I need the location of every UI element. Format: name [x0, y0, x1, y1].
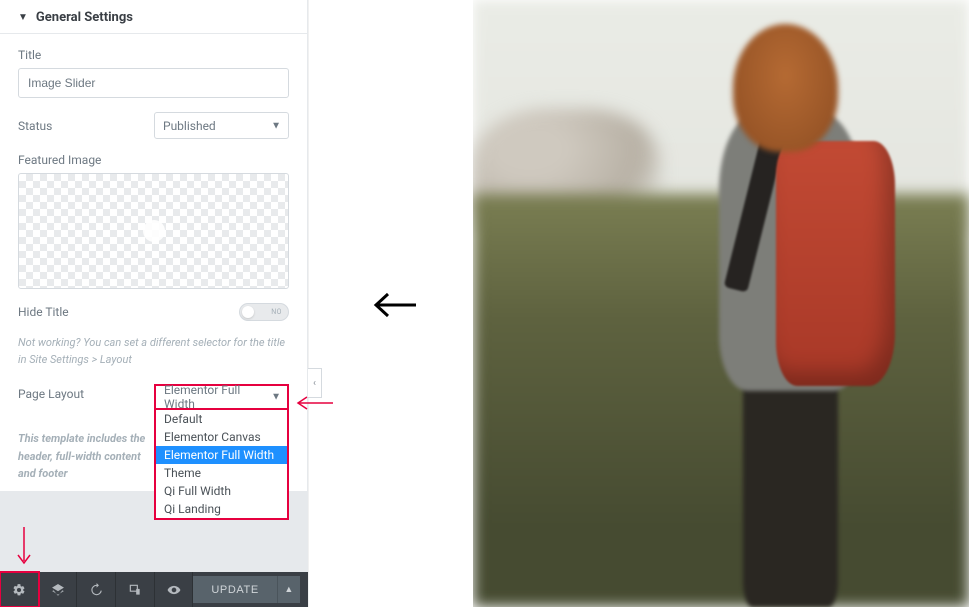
status-label: Status — [18, 119, 52, 133]
status-select[interactable]: Published — [154, 112, 289, 139]
responsive-icon — [128, 583, 142, 597]
toggle-knob — [242, 306, 254, 318]
layout-option[interactable]: Qi Landing — [156, 500, 287, 518]
caret-up-icon: ▲ — [284, 584, 293, 595]
update-options-button[interactable]: ▲ — [277, 576, 300, 603]
preview-image — [473, 0, 969, 607]
toggle-off-label: NO — [271, 308, 282, 316]
image-placeholder-icon — [143, 220, 165, 242]
annotation-arrow-down-icon — [14, 525, 34, 567]
preview-button[interactable] — [155, 572, 194, 607]
page-layout-label: Page Layout — [18, 387, 84, 401]
gear-icon — [12, 583, 26, 597]
title-label: Title — [18, 48, 289, 62]
template-hint: This template includes the header, full-… — [18, 430, 158, 483]
page-layout-select[interactable]: Elementor Full Width — [154, 384, 289, 410]
title-field: Title — [18, 48, 289, 98]
annotation-arrow-left-icon — [295, 395, 335, 411]
hide-title-label: Hide Title — [18, 305, 69, 319]
hide-title-toggle[interactable]: NO — [239, 303, 289, 321]
layout-option[interactable]: Elementor Full Width — [156, 446, 287, 464]
status-value: Published — [163, 119, 216, 133]
collapse-sidebar-button[interactable]: ‹ — [308, 368, 322, 398]
panel-body: Title Status Published ▼ Featured Image … — [0, 34, 307, 483]
featured-image-field: Featured Image — [18, 153, 289, 289]
history-icon — [89, 583, 103, 597]
layout-option[interactable]: Theme — [156, 464, 287, 482]
settings-button[interactable] — [0, 572, 39, 607]
layers-icon — [51, 583, 65, 597]
featured-image-label: Featured Image — [18, 153, 289, 167]
responsive-button[interactable] — [116, 572, 155, 607]
title-input[interactable] — [18, 68, 289, 98]
navigator-button[interactable] — [39, 572, 78, 607]
chevron-left-icon: ‹ — [313, 378, 316, 389]
page-layout-dropdown[interactable]: DefaultElementor CanvasElementor Full Wi… — [154, 410, 289, 520]
layout-option[interactable]: Default — [156, 410, 287, 428]
update-button[interactable]: UPDATE — [193, 576, 276, 603]
hide-title-field: Hide Title NO — [18, 303, 289, 321]
status-field: Status Published ▼ — [18, 112, 289, 139]
settings-sidebar: ▼ General Settings Title Status Publishe… — [0, 0, 308, 607]
page-layout-value: Elementor Full Width — [164, 383, 263, 411]
history-button[interactable] — [77, 572, 116, 607]
annotation-arrow-back-icon — [370, 288, 418, 322]
layout-option[interactable]: Elementor Canvas — [156, 428, 287, 446]
caret-down-icon: ▼ — [18, 12, 28, 23]
page-layout-field: Page Layout Elementor Full Width ▼ Defau… — [18, 384, 289, 410]
eye-icon — [167, 583, 181, 597]
featured-image-picker[interactable] — [18, 173, 289, 289]
panel-title: General Settings — [36, 10, 133, 25]
bottom-toolbar: UPDATE ▲ — [0, 572, 308, 607]
layout-option[interactable]: Qi Full Width — [156, 482, 287, 500]
hide-title-hint: Not working? You can set a different sel… — [18, 335, 289, 368]
panel-header[interactable]: ▼ General Settings — [0, 0, 307, 34]
